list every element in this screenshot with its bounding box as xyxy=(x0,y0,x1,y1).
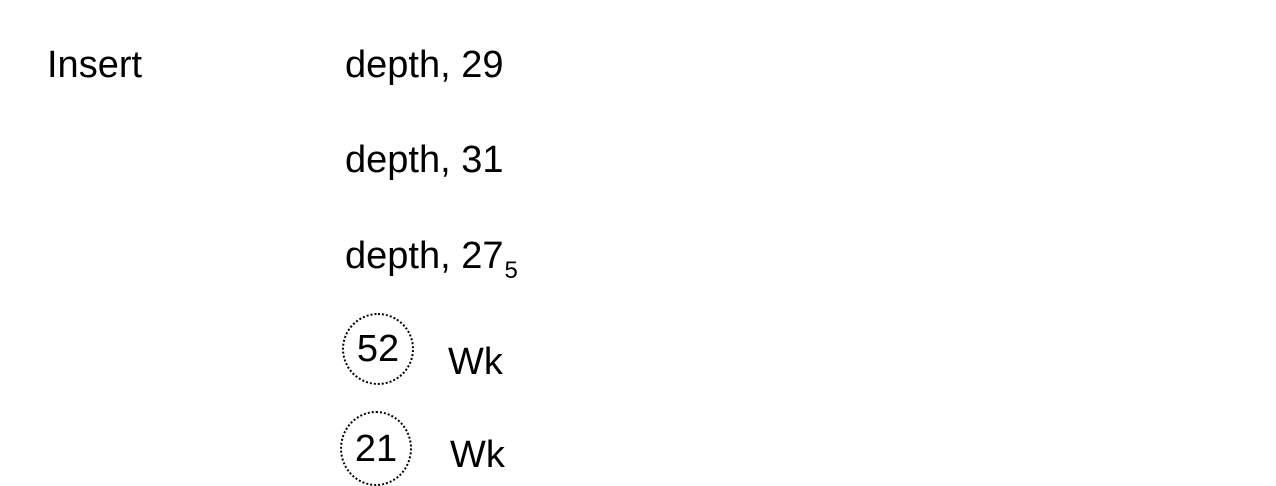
depth-line-3: depth, 275 xyxy=(345,235,518,283)
depth-line-3-subscript: 5 xyxy=(504,257,518,284)
depth-line-2: depth, 31 xyxy=(345,141,503,179)
depth-line-2-text: depth, 31 xyxy=(345,139,504,181)
circled-number-2: 21 xyxy=(340,411,412,486)
circled-number-2-value: 21 xyxy=(354,427,398,470)
depth-line-1-text: depth, 29 xyxy=(345,44,504,86)
circled-item-2-label: Wk xyxy=(450,434,505,476)
circled-item-1-label: Wk xyxy=(448,341,503,383)
insert-label: Insert xyxy=(47,44,143,86)
circled-number-1-value: 52 xyxy=(356,328,400,370)
depth-line-3-text: depth, 27 xyxy=(345,235,504,277)
circled-number-1: 52 xyxy=(342,313,414,385)
depth-line-1: depth, 29 xyxy=(345,46,503,84)
